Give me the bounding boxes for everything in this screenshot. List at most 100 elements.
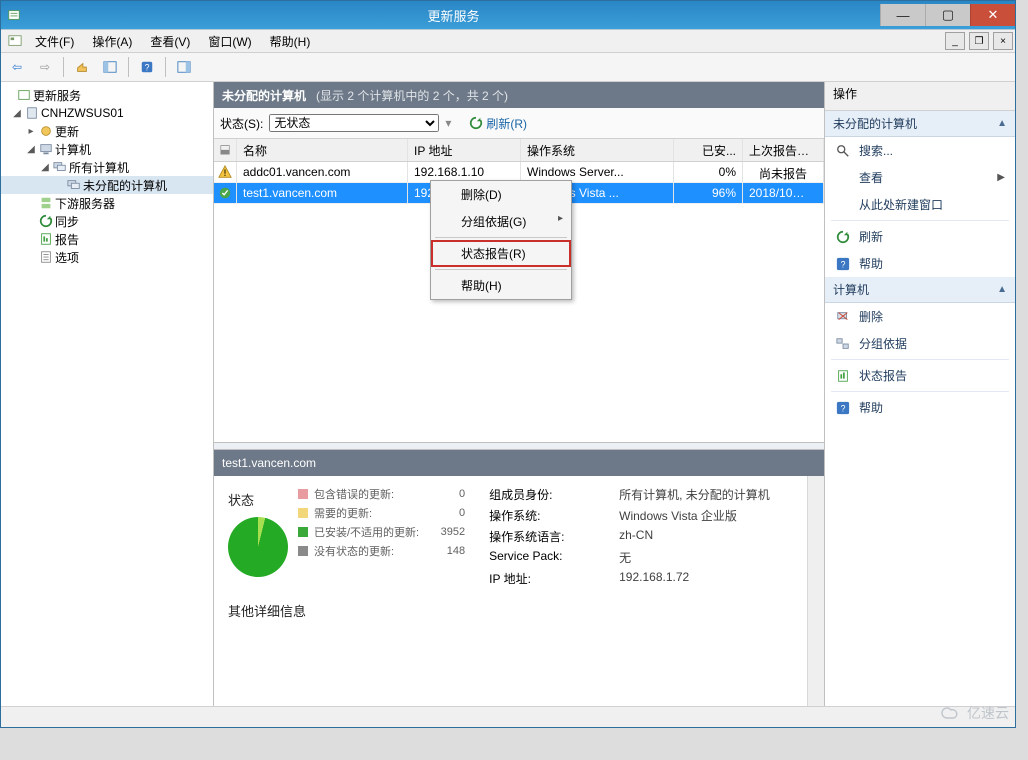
chevron-up-icon: ▲ [997, 118, 1007, 129]
detail-header: test1.vancen.com [214, 450, 824, 476]
menu-view[interactable]: 查看(V) [142, 31, 198, 52]
window-title: 更新服务 [27, 6, 880, 25]
context-menu: 删除(D) 分组依据(G) 状态报告(R) 帮助(H) [430, 180, 572, 300]
action-help[interactable]: ? 帮助 [825, 250, 1015, 277]
tree-reports-label: 报告 [55, 231, 79, 248]
report-icon [835, 369, 851, 383]
menu-file[interactable]: 文件(F) [27, 31, 82, 52]
col-name[interactable]: 名称 [237, 139, 408, 161]
action-status-report[interactable]: 状态报告 [825, 362, 1015, 389]
ctx-help[interactable]: 帮助(H) [431, 272, 571, 299]
tree-server-label: CNHZWSUS01 [41, 106, 124, 120]
action-help2[interactable]: ? 帮助 [825, 394, 1015, 421]
reports-icon [37, 232, 55, 246]
help-button[interactable]: ? [135, 55, 159, 79]
ctx-separator [435, 237, 567, 238]
ctx-groupby[interactable]: 分组依据(G) [431, 208, 571, 235]
action-delete[interactable]: 删除 [825, 303, 1015, 330]
app-window: 更新服务 — ▢ ✕ 文件(F) 操作(A) 查看(V) 窗口(W) 帮助(H)… [0, 0, 1016, 728]
col-lastreport[interactable]: 上次报告状态的时... [743, 139, 824, 161]
app-icon [1, 8, 27, 22]
actions-section-computer[interactable]: 计算机▲ [825, 277, 1015, 303]
mdi-close-button[interactable]: × [993, 32, 1013, 50]
show-hide-tree-button[interactable] [98, 55, 122, 79]
all-computers-icon [51, 160, 69, 174]
tree-all-computers[interactable]: ◢ 所有计算机 [1, 158, 213, 176]
maximize-button[interactable]: ▢ [925, 4, 970, 26]
unassigned-icon [65, 178, 83, 192]
help-icon: ? [835, 257, 851, 271]
search-icon [835, 144, 851, 158]
console-icon [5, 32, 25, 50]
grid-body: addc01.vancen.com 192.168.1.10 Windows S… [214, 162, 824, 442]
back-button[interactable]: ⇦ [5, 55, 29, 79]
action-refresh[interactable]: 刷新 [825, 223, 1015, 250]
titlebar[interactable]: 更新服务 — ▢ ✕ [1, 1, 1015, 29]
ctx-status-report[interactable]: 状态报告(R) [431, 240, 571, 267]
detail-title: test1.vancen.com [222, 456, 316, 470]
tree-unassigned[interactable]: 未分配的计算机 [1, 176, 213, 194]
chevron-up-icon: ▲ [997, 284, 1007, 295]
col-ip[interactable]: IP 地址 [408, 139, 521, 161]
splitter[interactable] [214, 442, 824, 450]
mdi-minimize-button[interactable]: _ [945, 32, 965, 50]
tree-options[interactable]: 选项 [1, 248, 213, 266]
minimize-button[interactable]: — [880, 4, 925, 26]
server-icon [23, 106, 41, 120]
up-level-button[interactable] [70, 55, 94, 79]
tree-downstream[interactable]: 下游服务器 [1, 194, 213, 212]
tree-updates-label: 更新 [55, 123, 79, 140]
tree-reports[interactable]: 报告 [1, 230, 213, 248]
ctx-separator [435, 269, 567, 270]
menu-action[interactable]: 操作(A) [84, 31, 140, 52]
actions-header: 操作 [825, 82, 1015, 111]
ok-icon [214, 183, 237, 203]
tree-server[interactable]: ◢ CNHZWSUS01 [1, 104, 213, 122]
grid-header[interactable]: ⬓ 名称 IP 地址 操作系统 已安... 上次报告状态的时... [214, 139, 824, 162]
mdi-restore-button[interactable]: ❐ [969, 32, 989, 50]
detail-scrollbar[interactable] [807, 476, 824, 706]
tree-sync[interactable]: 同步 [1, 212, 213, 230]
status-select[interactable]: 无状态 [269, 114, 439, 132]
menu-help[interactable]: 帮助(H) [262, 31, 319, 52]
scope-tree[interactable]: 更新服务 ◢ CNHZWSUS01 ▸ 更新 ◢ 计算机 ◢ 所有计算机 [1, 82, 214, 706]
tree-unassigned-label: 未分配的计算机 [83, 177, 167, 194]
tree-updates[interactable]: ▸ 更新 [1, 122, 213, 140]
close-button[interactable]: ✕ [970, 4, 1015, 26]
tree-options-label: 选项 [55, 249, 79, 266]
divider [831, 220, 1009, 221]
menubar: 文件(F) 操作(A) 查看(V) 窗口(W) 帮助(H) _ ❐ × [1, 30, 1015, 53]
action-new-window[interactable]: 从此处新建窗口 [825, 191, 1015, 218]
svg-text:?: ? [841, 259, 846, 269]
action-view[interactable]: 查看 ▶ [825, 164, 1015, 191]
actions-pane: 操作 未分配的计算机▲ 搜索... 查看 ▶ 从此处新建窗口 [825, 82, 1015, 706]
groupby-icon [835, 337, 851, 351]
delete-icon [835, 310, 851, 324]
downstream-icon [37, 196, 55, 210]
tree-downstream-label: 下游服务器 [55, 195, 115, 212]
forward-button[interactable]: ⇨ [33, 55, 57, 79]
show-hide-action-button[interactable] [172, 55, 196, 79]
action-search[interactable]: 搜索... [825, 137, 1015, 164]
wsus-icon [15, 88, 33, 102]
action-groupby[interactable]: 分组依据 [825, 330, 1015, 357]
chevron-right-icon: ▶ [997, 172, 1005, 183]
tree-root[interactable]: 更新服务 [1, 86, 213, 104]
toolbar: ⇦ ⇨ ? [1, 53, 1015, 82]
ctx-delete[interactable]: 删除(D) [431, 181, 571, 208]
refresh-label: 刷新(R) [486, 115, 527, 132]
tree-computers[interactable]: ◢ 计算机 [1, 140, 213, 158]
col-installed[interactable]: 已安... [674, 139, 743, 161]
actions-section-unassigned[interactable]: 未分配的计算机▲ [825, 111, 1015, 137]
status-block: 状态 包含错误的更新:0 需要的更新:0 已安装/不适用的更新:3952 没有状… [228, 486, 465, 587]
tree-all-computers-label: 所有计算机 [69, 159, 129, 176]
menu-window[interactable]: 窗口(W) [200, 31, 259, 52]
refresh-icon [835, 230, 851, 244]
computers-grid: ⬓ 名称 IP 地址 操作系统 已安... 上次报告状态的时... addc01… [214, 139, 824, 442]
col-os[interactable]: 操作系统 [521, 139, 674, 161]
computers-icon [37, 142, 55, 156]
status-label: 状态(S): [220, 115, 263, 132]
col-status-icon[interactable]: ⬓ [214, 139, 237, 161]
refresh-link[interactable]: 刷新(R) [469, 115, 527, 132]
result-pane: 未分配的计算机 (显示 2 个计算机中的 2 个，共 2 个) 状态(S): 无… [214, 82, 825, 706]
